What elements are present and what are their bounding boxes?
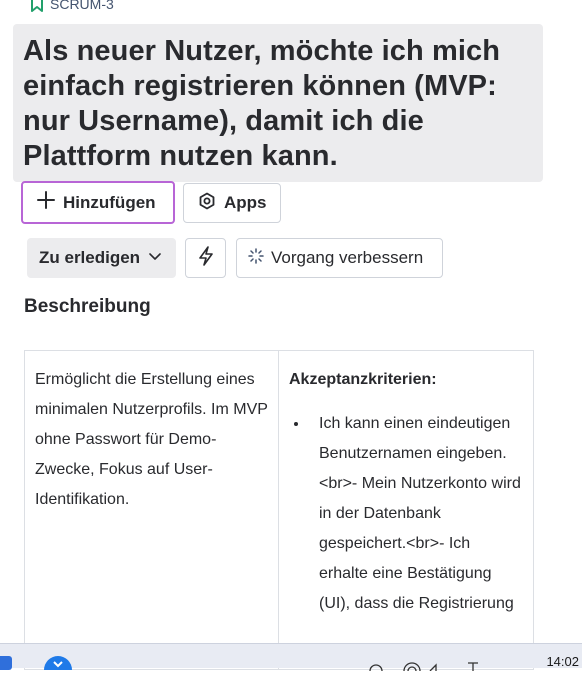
taskbar: 14:02 xyxy=(0,643,582,676)
issue-title[interactable]: Als neuer Nutzer, möchte ich mich einfac… xyxy=(13,24,543,182)
add-button[interactable]: Hinzufügen xyxy=(21,181,175,224)
description-table[interactable]: Ermöglicht die Erstellung eines minimale… xyxy=(24,350,534,670)
browser-icon[interactable] xyxy=(43,656,73,676)
apps-button[interactable]: Apps xyxy=(183,183,281,223)
acceptance-criteria-title: Akzeptanzkriterien: xyxy=(289,371,437,388)
sparkle-icon xyxy=(248,247,264,269)
chevron-down-icon xyxy=(148,248,162,268)
hexagon-gear-icon xyxy=(198,192,216,215)
improve-issue-label: Vorgang verbessern xyxy=(271,248,424,267)
description-left-cell: Ermöglicht die Erstellung eines minimale… xyxy=(25,351,279,669)
description-text: Ermöglicht die Erstellung eines minimale… xyxy=(35,371,268,508)
plus-icon xyxy=(37,191,55,214)
issue-key[interactable]: SCRUM-3 xyxy=(30,0,114,14)
add-button-label: Hinzufügen xyxy=(63,192,156,212)
issue-title-text: Als neuer Nutzer, möchte ich mich einfac… xyxy=(23,35,501,172)
lightning-icon xyxy=(198,245,214,271)
system-tray-icons[interactable] xyxy=(368,658,488,676)
apps-button-label: Apps xyxy=(224,193,267,212)
acceptance-criteria-list: Ich kann einen eindeutigen Benutzernamen… xyxy=(289,409,523,619)
bookmark-icon xyxy=(30,0,44,12)
description-right-cell: Akzeptanzkriterien: Ich kann einen einde… xyxy=(279,351,533,669)
issue-key-label: SCRUM-3 xyxy=(50,0,114,12)
status-label: Zu erledigen xyxy=(39,248,141,267)
status-dropdown[interactable]: Zu erledigen xyxy=(27,238,176,278)
list-item: Ich kann einen eindeutigen Benutzernamen… xyxy=(309,409,523,619)
automation-button[interactable] xyxy=(185,238,226,278)
description-heading: Beschreibung xyxy=(24,296,151,317)
app-icon[interactable] xyxy=(0,656,16,675)
improve-issue-button[interactable]: Vorgang verbessern xyxy=(236,238,443,278)
